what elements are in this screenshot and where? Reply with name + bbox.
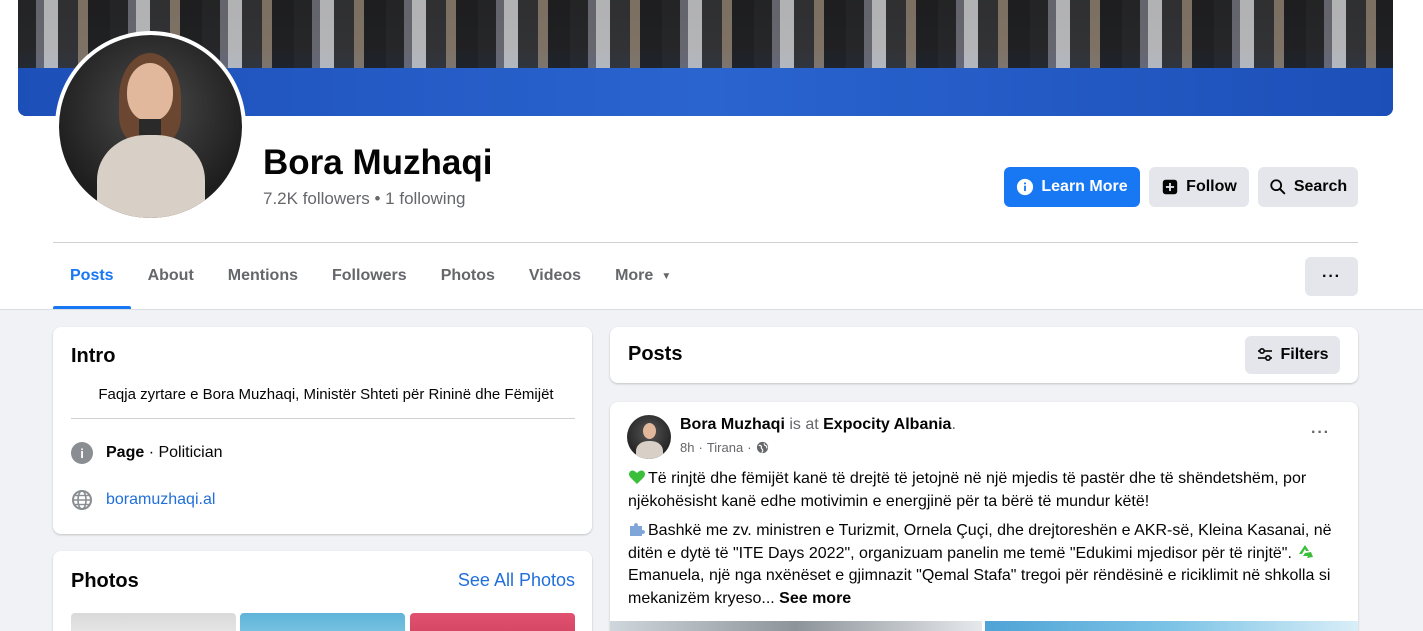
intro-website-row: boramuzhaqi.al xyxy=(71,489,215,511)
info-icon xyxy=(1017,178,1034,196)
post-author-name[interactable]: Bora Muzhaqi xyxy=(680,416,785,433)
post-image[interactable] xyxy=(610,621,982,631)
globe-icon xyxy=(71,489,93,511)
filters-icon xyxy=(1258,347,1273,362)
photo-thumbnail[interactable] xyxy=(240,613,405,631)
intro-category: Page · Politician xyxy=(106,444,223,462)
avatar-face xyxy=(127,63,173,121)
post-author-line: Bora Muzhaqi is at Expocity Albania. xyxy=(680,416,956,434)
post-place-suffix: . xyxy=(951,416,956,433)
see-more-link[interactable]: See more xyxy=(779,590,851,607)
see-all-photos-link[interactable]: See All Photos xyxy=(458,570,575,591)
follow-icon xyxy=(1162,179,1178,195)
filters-button[interactable]: Filters xyxy=(1245,336,1340,374)
photos-title: Photos xyxy=(71,570,139,592)
intro-category-label: Page xyxy=(106,444,145,461)
intro-divider xyxy=(71,418,575,419)
post-avatar-body xyxy=(636,441,663,459)
meta-separator: · xyxy=(747,440,752,455)
tab-followers-label: Followers xyxy=(332,267,407,284)
recycle-icon xyxy=(1299,544,1314,558)
intro-card: Intro Faqja zyrtare e Bora Muzhaqi, Mini… xyxy=(53,327,592,534)
photo-thumbnail[interactable] xyxy=(410,613,575,631)
search-icon xyxy=(1270,179,1286,195)
tab-mentions-label: Mentions xyxy=(227,267,298,284)
intro-bio: Faqja zyrtare e Bora Muzhaqi, Ministër S… xyxy=(98,386,554,403)
tab-about-label: About xyxy=(147,267,194,284)
tab-mentions[interactable]: Mentions xyxy=(211,243,315,309)
tab-videos[interactable]: Videos xyxy=(512,243,598,309)
profile-header: Bora Muzhaqi 7.2K followers • 1 followin… xyxy=(0,0,1423,310)
post-author-avatar[interactable] xyxy=(627,415,671,459)
meta-separator: · xyxy=(698,440,703,455)
profile-stats[interactable]: 7.2K followers • 1 following xyxy=(263,189,466,209)
post-paragraph-2-text: Bashkë me zv. ministren e Turizmit, Orne… xyxy=(628,522,1332,562)
tab-about[interactable]: About xyxy=(131,243,211,309)
profile-name: Bora Muzhaqi xyxy=(263,143,493,182)
tab-posts-label: Posts xyxy=(70,267,114,284)
post-menu-button[interactable]: ··· xyxy=(1311,424,1330,442)
posts-title: Posts xyxy=(628,343,683,365)
post-meta: 8h · Tirana · xyxy=(680,440,769,455)
caret-down-icon: ▼ xyxy=(661,270,672,282)
post-time[interactable]: 8h xyxy=(680,440,694,455)
intro-title: Intro xyxy=(71,345,116,367)
learn-more-label: Learn More xyxy=(1041,178,1128,195)
profile-tabs: Posts About Mentions Followers Photos Vi… xyxy=(53,243,688,309)
tab-photos[interactable]: Photos xyxy=(424,243,512,309)
post-paragraph-2b-text: Emanuela, një nga nxënëset e gjimnazit "… xyxy=(628,567,1331,607)
learn-more-button[interactable]: Learn More xyxy=(1004,167,1140,207)
search-button[interactable]: Search xyxy=(1258,167,1358,207)
filters-label: Filters xyxy=(1280,346,1329,363)
photo-thumbnail[interactable] xyxy=(71,613,236,631)
post-image[interactable] xyxy=(985,621,1358,631)
post-paragraph-1-text: Të rinjtë dhe fëmijët kanë të drejtë të … xyxy=(628,470,1307,510)
puzzle-piece-icon xyxy=(630,523,645,536)
tab-more-label: More xyxy=(615,267,654,284)
post-is-at: is at xyxy=(784,416,824,433)
photos-card: Photos See All Photos xyxy=(53,551,592,631)
tab-more[interactable]: More ▼ xyxy=(598,243,688,309)
posts-header-card: Posts Filters xyxy=(610,327,1358,383)
info-circle-icon: i xyxy=(71,442,93,464)
more-options-button[interactable]: ··· xyxy=(1305,257,1358,296)
cover-crowd xyxy=(18,0,1393,70)
profile-avatar[interactable] xyxy=(59,35,242,218)
post-location[interactable]: Tirana xyxy=(707,440,743,455)
follow-label: Follow xyxy=(1186,178,1237,195)
intro-category-row: i Page · Politician xyxy=(71,442,223,464)
tab-videos-label: Videos xyxy=(528,267,582,284)
post-paragraph-2: Bashkë me zv. ministren e Turizmit, Orne… xyxy=(628,520,1344,610)
website-link[interactable]: boramuzhaqi.al xyxy=(106,491,215,509)
tab-posts[interactable]: Posts xyxy=(53,243,131,309)
post-paragraph-1: Të rinjtë dhe fëmijët kanë të drejtë të … xyxy=(628,468,1344,513)
green-heart-icon xyxy=(629,470,645,484)
post-card: Bora Muzhaqi is at Expocity Albania. 8h … xyxy=(610,402,1358,631)
avatar-body xyxy=(97,135,205,218)
post-place[interactable]: Expocity Albania xyxy=(823,416,951,433)
post-avatar-face xyxy=(643,423,656,439)
tab-followers[interactable]: Followers xyxy=(315,243,424,309)
intro-category-value: · Politician xyxy=(144,444,223,461)
search-label: Search xyxy=(1293,178,1348,195)
tab-photos-label: Photos xyxy=(440,267,495,284)
follow-button[interactable]: Follow xyxy=(1149,167,1249,207)
public-globe-icon xyxy=(756,441,768,454)
